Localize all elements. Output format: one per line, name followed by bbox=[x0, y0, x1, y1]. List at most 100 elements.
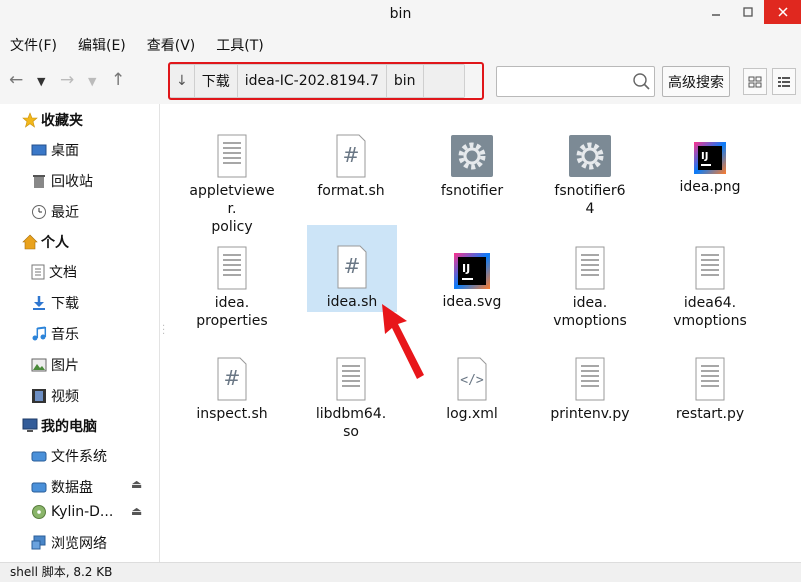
file-name: fsnotifier bbox=[440, 183, 504, 199]
sidebar-item-data-disk[interactable]: 数据盘 ⏏ bbox=[31, 477, 142, 497]
sidebar-item-pictures[interactable]: 图片 bbox=[31, 355, 79, 375]
file-item-fsnotifier[interactable]: fsnotifier bbox=[427, 134, 517, 200]
file-item-idea-vmoptions[interactable]: idea. vmoptions bbox=[545, 246, 635, 330]
text-file-icon bbox=[695, 246, 725, 290]
sidebar-item-network[interactable]: 浏览网络 bbox=[31, 533, 107, 553]
file-name: printenv.py bbox=[550, 406, 630, 422]
sidebar-group-favorites[interactable]: 收藏夹 bbox=[22, 110, 83, 130]
back-arrow-icon[interactable]: ← bbox=[9, 70, 23, 90]
advanced-search-button[interactable]: 高级搜索 bbox=[662, 66, 730, 97]
sidebar-item-trash[interactable]: 回收站 bbox=[31, 171, 93, 191]
sidebar-item-filesystem[interactable]: 文件系统 bbox=[31, 446, 107, 466]
status-bar: shell 脚本, 8.2 KB bbox=[0, 562, 801, 582]
sidebar-item-documents[interactable]: 文档 bbox=[31, 262, 77, 282]
sidebar-item-videos[interactable]: 视频 bbox=[31, 386, 79, 406]
breadcrumb-item-bin[interactable]: bin bbox=[386, 65, 424, 97]
svg-text:</>: </> bbox=[460, 373, 484, 388]
intellij-logo-icon: IJ bbox=[694, 142, 726, 174]
file-item-inspect-sh[interactable]: # inspect.sh bbox=[187, 357, 277, 423]
optical-disc-icon bbox=[32, 505, 46, 519]
forward-history-dropdown-icon[interactable]: ▼ bbox=[88, 75, 96, 88]
forward-arrow-icon[interactable]: → bbox=[60, 70, 74, 90]
clock-icon bbox=[32, 205, 46, 219]
up-arrow-icon[interactable]: ↑ bbox=[111, 70, 125, 90]
grid-view-icon bbox=[748, 76, 762, 87]
file-view: appletviewer. policy # format.sh fsnotifi… bbox=[167, 104, 801, 562]
maximize-button[interactable] bbox=[732, 0, 764, 24]
executable-gear-icon bbox=[569, 135, 611, 177]
text-file-icon bbox=[575, 246, 605, 290]
file-item-restart-py[interactable]: restart.py bbox=[665, 357, 755, 423]
shell-script-icon: # bbox=[217, 357, 247, 401]
download-icon bbox=[33, 296, 45, 310]
minimize-button[interactable] bbox=[700, 0, 732, 24]
file-name: appletviewer. policy bbox=[189, 183, 275, 235]
sidebar-item-downloads[interactable]: 下载 bbox=[31, 293, 79, 313]
maximize-icon bbox=[743, 7, 753, 17]
icon-view-button[interactable] bbox=[743, 68, 767, 95]
executable-gear-icon bbox=[451, 135, 493, 177]
sidebar-resize-handle[interactable]: · · · bbox=[162, 322, 165, 340]
file-name: log.xml bbox=[446, 406, 498, 422]
menu-tools[interactable]: 工具(T) bbox=[216, 35, 263, 55]
computer-icon bbox=[22, 418, 38, 432]
hard-drive-icon bbox=[31, 482, 47, 493]
file-item-idea-svg[interactable]: IJ idea.svg bbox=[427, 253, 517, 311]
document-icon bbox=[31, 264, 45, 280]
back-history-dropdown-icon[interactable]: ▼ bbox=[37, 75, 45, 88]
picture-icon bbox=[31, 358, 47, 372]
video-icon bbox=[32, 389, 46, 403]
sidebar-group-personal[interactable]: 个人 bbox=[22, 232, 69, 252]
sidebar-item-music[interactable]: 音乐 bbox=[31, 324, 79, 344]
menu-bar: 文件(F) 编辑(E) 查看(V) 工具(T) bbox=[0, 30, 801, 60]
text-file-icon bbox=[217, 134, 247, 178]
file-item-idea-properties[interactable]: idea. properties bbox=[187, 246, 277, 330]
eject-icon[interactable]: ⏏ bbox=[131, 504, 142, 518]
menu-edit[interactable]: 编辑(E) bbox=[78, 35, 126, 55]
file-item-idea64-vmoptions[interactable]: idea64. vmoptions bbox=[665, 246, 755, 330]
hard-drive-icon bbox=[31, 451, 47, 462]
shell-script-icon: # bbox=[337, 245, 367, 289]
file-item-idea-png[interactable]: IJ idea.png bbox=[665, 142, 755, 196]
menu-view[interactable]: 查看(V) bbox=[147, 35, 196, 55]
file-name: idea.svg bbox=[442, 294, 502, 310]
star-icon bbox=[22, 112, 38, 128]
search-box[interactable] bbox=[496, 66, 655, 97]
file-name: idea64. vmoptions bbox=[673, 295, 747, 329]
breadcrumb: ↓ 下载 idea-IC-202.8194.7 bin bbox=[169, 64, 465, 98]
search-icon[interactable] bbox=[632, 72, 650, 92]
menu-file[interactable]: 文件(F) bbox=[10, 35, 57, 55]
music-note-icon bbox=[32, 326, 47, 341]
file-name: format.sh bbox=[317, 183, 385, 199]
list-view-icon bbox=[778, 76, 790, 87]
home-icon bbox=[22, 234, 38, 250]
file-name: inspect.sh bbox=[196, 406, 268, 422]
xml-file-icon: </> bbox=[457, 357, 487, 401]
close-button[interactable] bbox=[764, 0, 801, 24]
file-item-fsnotifier64[interactable]: fsnotifier6 4 bbox=[545, 134, 635, 218]
file-item-printenv-py[interactable]: printenv.py bbox=[545, 357, 635, 423]
breadcrumb-item-idea[interactable]: idea-IC-202.8194.7 bbox=[237, 65, 387, 97]
eject-icon[interactable]: ⏏ bbox=[131, 477, 142, 491]
file-item-appletviewer-policy[interactable]: appletviewer. policy bbox=[187, 134, 277, 236]
close-icon bbox=[777, 7, 788, 17]
file-item-format-sh[interactable]: # format.sh bbox=[306, 134, 396, 200]
svg-text:IJ: IJ bbox=[462, 262, 470, 275]
breadcrumb-empty-area[interactable] bbox=[423, 65, 464, 97]
file-name: idea.png bbox=[679, 179, 741, 195]
file-item-log-xml[interactable]: </> log.xml bbox=[427, 357, 517, 423]
sidebar-group-computer[interactable]: 我的电脑 bbox=[22, 416, 97, 436]
network-icon bbox=[31, 535, 46, 550]
file-name: idea. properties bbox=[196, 295, 268, 329]
file-name: idea. vmoptions bbox=[553, 295, 627, 329]
breadcrumb-down-arrow-icon[interactable]: ↓ bbox=[170, 65, 195, 97]
list-view-button[interactable] bbox=[772, 68, 796, 95]
breadcrumb-item-downloads[interactable]: 下载 bbox=[194, 65, 238, 97]
sidebar-item-kylin-disk[interactable]: Kylin-D... ⏏ bbox=[31, 504, 142, 520]
sidebar-item-desktop[interactable]: 桌面 bbox=[31, 140, 79, 160]
file-name: libdbm64. so bbox=[315, 406, 387, 440]
desktop-icon bbox=[31, 144, 47, 156]
sidebar-item-recent[interactable]: 最近 bbox=[31, 202, 79, 222]
search-input[interactable] bbox=[497, 67, 627, 96]
text-file-icon bbox=[336, 357, 366, 401]
